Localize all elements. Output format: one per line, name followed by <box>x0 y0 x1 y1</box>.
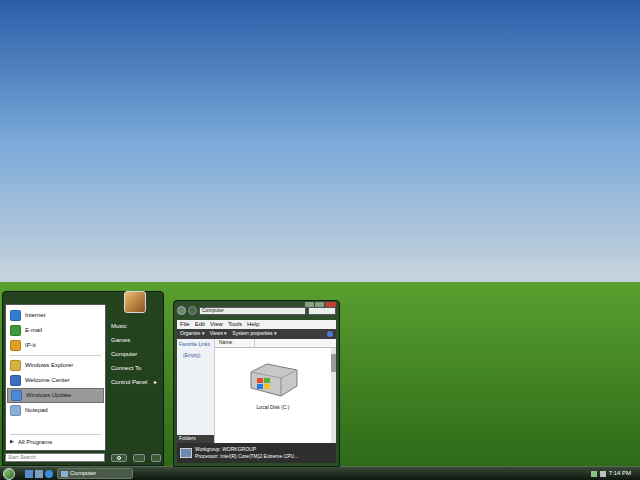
explorer-window: Computer File Edit View Tools Help Organize ▾ V… <box>173 300 340 467</box>
places-item[interactable]: Computer <box>111 350 161 358</box>
toolbar: Organize ▾ Views ▾ System properties ▾ <box>177 329 336 339</box>
program-list: InternetE-mailIP-it Windows ExplorerWelco… <box>5 304 106 451</box>
desktop: Computer 7:14 PM InternetE-mailIP-it Window… <box>0 0 640 480</box>
switch-windows-icon[interactable] <box>35 470 43 478</box>
menu-item[interactable]: View <box>210 320 223 329</box>
places-list: Music Games Computer Connect To Control Pane… <box>106 304 161 451</box>
nav-title: Favorite Links <box>177 339 214 349</box>
column-header: Name <box>215 339 336 348</box>
back-button[interactable] <box>177 306 186 315</box>
menu-item[interactable]: File <box>180 320 190 329</box>
lock-button[interactable] <box>133 454 145 462</box>
menu-item[interactable]: Tools <box>228 320 242 329</box>
navigation-pane: Favorite Links(Empty) Folders <box>177 339 215 443</box>
file-list: Local Disk (C:) <box>215 348 331 444</box>
volume-icon[interactable] <box>600 471 606 477</box>
toolbar-button[interactable]: System properties ▾ <box>232 330 277 338</box>
start-menu-item[interactable]: E-mail <box>7 323 104 338</box>
detail-line: Workgroup: WORKGROUP <box>195 446 298 453</box>
separator <box>10 434 101 435</box>
close-button[interactable] <box>325 302 336 307</box>
details-pane: Workgroup: WORKGROUPProcessor: Intel(R) … <box>177 443 336 463</box>
program-icon <box>10 340 21 351</box>
maximize-button[interactable] <box>315 302 324 307</box>
start-menu-item[interactable]: Windows Explorer <box>7 358 104 373</box>
start-menu-item[interactable]: Internet <box>7 308 104 323</box>
program-icon <box>10 360 21 371</box>
network-icon[interactable] <box>591 471 597 477</box>
program-icon <box>10 405 21 416</box>
start-search[interactable]: Start Search <box>5 453 105 462</box>
power-button[interactable] <box>111 454 127 462</box>
start-menu-item[interactable]: Notepad <box>7 403 104 418</box>
start-menu-item[interactable]: Welcome Center <box>7 373 104 388</box>
toolbar-button[interactable]: Organize ▾ <box>180 330 205 338</box>
search-box[interactable] <box>308 307 336 315</box>
drive-item[interactable]: Local Disk (C:) <box>247 360 299 412</box>
clock[interactable]: 7:14 PM <box>609 469 631 478</box>
address-bar[interactable]: Computer <box>199 307 306 315</box>
hard-drive-icon <box>247 360 299 400</box>
places-item[interactable]: Music <box>111 322 161 330</box>
start-menu-item[interactable]: IP-it <box>7 338 104 353</box>
minimize-button[interactable] <box>305 302 314 307</box>
program-icon <box>10 310 21 321</box>
shutdown-arrow-button[interactable] <box>151 454 161 462</box>
program-icon <box>10 375 21 386</box>
show-desktop-icon[interactable] <box>25 470 33 478</box>
menu-item[interactable]: Edit <box>195 320 205 329</box>
quick-launch <box>25 470 53 478</box>
computer-icon <box>61 471 68 477</box>
user-picture[interactable] <box>124 291 146 313</box>
start-menu: InternetE-mailIP-it Windows ExplorerWelco… <box>2 291 164 466</box>
help-icon[interactable] <box>327 331 333 337</box>
taskbar-button[interactable]: Computer <box>57 468 133 479</box>
places-item[interactable]: Games <box>111 336 161 344</box>
folders-bar[interactable]: Folders <box>177 435 214 443</box>
start-menu-item[interactable]: Windows Update <box>7 388 104 403</box>
places-item[interactable]: Control Panel▸ <box>111 378 161 386</box>
menu-bar: File Edit View Tools Help <box>177 320 336 329</box>
column-name[interactable]: Name <box>215 339 255 347</box>
menu-item[interactable]: Help <box>247 320 259 329</box>
power-icon <box>117 456 121 460</box>
browser-icon[interactable] <box>45 470 53 478</box>
computer-icon <box>180 448 192 458</box>
separator <box>10 355 101 356</box>
start-orb-icon[interactable] <box>3 468 15 480</box>
title-bar: Computer <box>177 301 336 320</box>
system-tray: 7:14 PM <box>591 469 637 478</box>
toolbar-button[interactable]: Views ▾ <box>210 330 228 338</box>
taskbar: Computer 7:14 PM <box>0 466 640 480</box>
program-icon <box>11 390 22 401</box>
program-icon <box>10 325 21 336</box>
all-programs[interactable]: ▶All Programs <box>6 437 105 447</box>
forward-button[interactable] <box>188 306 197 315</box>
detail-line: Processor: Intel(R) Core(TM)2 Extreme CP… <box>195 453 298 460</box>
places-item[interactable]: Connect To <box>111 364 161 372</box>
nav-item[interactable]: (Empty) <box>177 349 214 360</box>
scrollbar[interactable] <box>331 348 336 444</box>
